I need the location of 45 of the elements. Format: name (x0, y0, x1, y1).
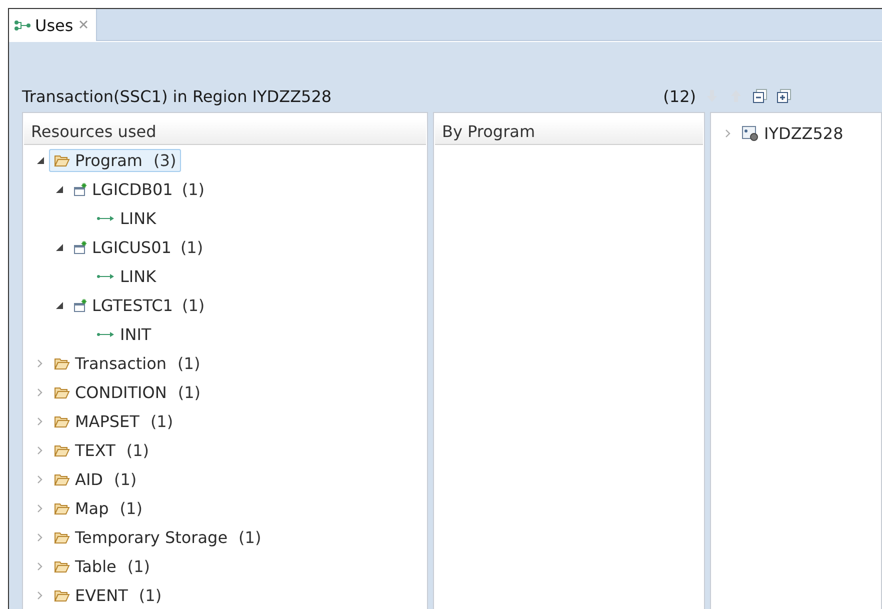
expanded-arrow-icon[interactable] (36, 157, 44, 164)
folder-icon (54, 386, 70, 399)
tree-item[interactable]: Program (3) (49, 149, 182, 172)
hierarchy-icon (14, 20, 31, 30)
tree-item[interactable]: LGTESTC1 (1) (68, 294, 210, 317)
tree-item[interactable]: MAPSET (1) (49, 410, 178, 433)
tree-item[interactable]: EVENT (1) (49, 584, 167, 607)
tree-item[interactable]: Map (1) (49, 497, 148, 520)
tree-item[interactable]: Transaction (1) (49, 352, 206, 375)
folder-icon (54, 531, 70, 544)
arrow-icon (97, 215, 115, 222)
tree-item[interactable]: LGICDB01 (1) (68, 178, 210, 201)
expand-all-icon[interactable] (777, 89, 791, 103)
window-icon (73, 299, 87, 312)
view-tab[interactable]: Uses (9, 9, 98, 41)
folder-icon (54, 154, 70, 167)
folder-icon (54, 502, 70, 515)
tree-item[interactable]: LGICUS01 (1) (68, 236, 208, 259)
tree-item[interactable]: LINK (92, 265, 162, 288)
tree-item[interactable]: AID (1) (49, 468, 142, 491)
expanded-arrow-icon[interactable] (56, 302, 62, 309)
folder-icon (54, 560, 70, 573)
arrow-icon (97, 331, 115, 338)
view-title: Transaction(SSC1) in Region IYDZZ528 (22, 86, 332, 106)
tree-item[interactable]: IYDZZ528 (737, 122, 848, 145)
folder-icon (54, 357, 70, 370)
close-icon[interactable] (79, 20, 88, 28)
tree-item[interactable]: TEXT (1) (49, 439, 154, 462)
region-icon (742, 126, 759, 141)
tree-item[interactable]: Table (1) (49, 555, 156, 578)
window-icon (73, 183, 87, 196)
expanded-arrow-icon[interactable] (56, 186, 62, 193)
arrow-icon (97, 273, 115, 280)
folder-icon (54, 589, 70, 602)
result-count: (12) (663, 86, 696, 106)
folder-icon (54, 415, 70, 428)
tree-item[interactable]: CONDITION (1) (49, 381, 206, 404)
tree-item[interactable]: LINK (92, 207, 162, 230)
tree-item[interactable]: INIT (92, 323, 156, 346)
folder-icon (54, 473, 70, 486)
collapse-all-icon[interactable] (753, 89, 767, 103)
window-icon (73, 241, 87, 254)
folder-icon (54, 444, 70, 457)
expanded-arrow-icon[interactable] (56, 244, 62, 251)
tree-item[interactable]: Temporary Storage (1) (49, 526, 266, 549)
